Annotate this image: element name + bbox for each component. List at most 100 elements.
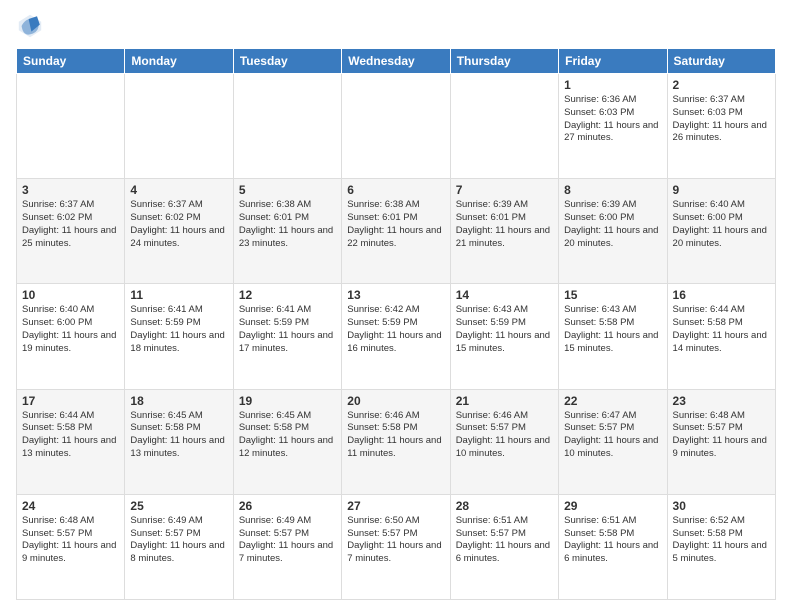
day-info: Sunrise: 6:45 AM Sunset: 5:58 PM Dayligh… [130, 410, 227, 461]
day-number: 30 [673, 499, 770, 513]
page: SundayMondayTuesdayWednesdayThursdayFrid… [0, 0, 792, 612]
day-number: 15 [564, 288, 661, 302]
calendar-cell: 13Sunrise: 6:42 AM Sunset: 5:59 PM Dayli… [342, 284, 450, 389]
day-info: Sunrise: 6:52 AM Sunset: 5:58 PM Dayligh… [673, 515, 770, 566]
weekday-header-row: SundayMondayTuesdayWednesdayThursdayFrid… [17, 49, 776, 74]
day-info: Sunrise: 6:41 AM Sunset: 5:59 PM Dayligh… [239, 304, 336, 355]
day-info: Sunrise: 6:44 AM Sunset: 5:58 PM Dayligh… [673, 304, 770, 355]
day-info: Sunrise: 6:41 AM Sunset: 5:59 PM Dayligh… [130, 304, 227, 355]
day-info: Sunrise: 6:42 AM Sunset: 5:59 PM Dayligh… [347, 304, 444, 355]
day-number: 14 [456, 288, 553, 302]
day-info: Sunrise: 6:39 AM Sunset: 6:00 PM Dayligh… [564, 199, 661, 250]
day-info: Sunrise: 6:37 AM Sunset: 6:03 PM Dayligh… [673, 94, 770, 145]
weekday-header-tuesday: Tuesday [233, 49, 341, 74]
calendar-week-2: 3 Sunrise: 6:37 AM Sunset: 6:02 PM Daylig… [17, 179, 776, 284]
weekday-header-thursday: Thursday [450, 49, 558, 74]
day-info: Sunrise: 6:38 AM Sunset: 6:01 PM Dayligh… [239, 199, 336, 250]
day-info: Sunrise: 6:43 AM Sunset: 5:59 PM Dayligh… [456, 304, 553, 355]
day-info: Sunrise: 6:40 AM Sunset: 6:00 PM Dayligh… [22, 304, 119, 355]
calendar-cell [450, 74, 558, 179]
day-number: 20 [347, 394, 444, 408]
calendar-cell: 15 Sunrise: 6:43 AM Sunset: 5:58 PM Dayli… [559, 284, 667, 389]
calendar-cell [17, 74, 125, 179]
day-info: Sunrise: 6:40 AM Sunset: 6:00 PM Dayligh… [673, 199, 770, 250]
weekday-header-saturday: Saturday [667, 49, 775, 74]
calendar-cell: 26Sunrise: 6:49 AM Sunset: 5:57 PM Dayli… [233, 494, 341, 599]
day-info: Sunrise: 6:45 AM Sunset: 5:58 PM Dayligh… [239, 410, 336, 461]
day-number: 21 [456, 394, 553, 408]
day-info: Sunrise: 6:48 AM Sunset: 5:57 PM Dayligh… [22, 515, 119, 566]
header [16, 12, 776, 40]
calendar-cell: 25Sunrise: 6:49 AM Sunset: 5:57 PM Dayli… [125, 494, 233, 599]
calendar-cell [125, 74, 233, 179]
calendar-cell: 9 Sunrise: 6:40 AM Sunset: 6:00 PM Daylig… [667, 179, 775, 284]
calendar-cell: 4 Sunrise: 6:37 AM Sunset: 6:02 PM Daylig… [125, 179, 233, 284]
calendar-week-3: 10 Sunrise: 6:40 AM Sunset: 6:00 PM Dayli… [17, 284, 776, 389]
day-number: 28 [456, 499, 553, 513]
calendar-cell [342, 74, 450, 179]
day-info: Sunrise: 6:43 AM Sunset: 5:58 PM Dayligh… [564, 304, 661, 355]
day-number: 11 [130, 288, 227, 302]
day-number: 9 [673, 183, 770, 197]
calendar-cell: 1 Sunrise: 6:36 AM Sunset: 6:03 PM Daylig… [559, 74, 667, 179]
day-number: 17 [22, 394, 119, 408]
calendar-cell: 16 Sunrise: 6:44 AM Sunset: 5:58 PM Dayli… [667, 284, 775, 389]
calendar-header: SundayMondayTuesdayWednesdayThursdayFrid… [17, 49, 776, 74]
day-number: 5 [239, 183, 336, 197]
day-info: Sunrise: 6:49 AM Sunset: 5:57 PM Dayligh… [130, 515, 227, 566]
day-number: 2 [673, 78, 770, 92]
weekday-header-friday: Friday [559, 49, 667, 74]
calendar-cell: 17 Sunrise: 6:44 AM Sunset: 5:58 PM Dayli… [17, 389, 125, 494]
day-info: Sunrise: 6:46 AM Sunset: 5:57 PM Dayligh… [456, 410, 553, 461]
day-number: 27 [347, 499, 444, 513]
calendar-cell: 6 Sunrise: 6:38 AM Sunset: 6:01 PM Daylig… [342, 179, 450, 284]
calendar-week-5: 24Sunrise: 6:48 AM Sunset: 5:57 PM Dayli… [17, 494, 776, 599]
calendar-cell: 7Sunrise: 6:39 AM Sunset: 6:01 PM Daylig… [450, 179, 558, 284]
calendar-cell: 29 Sunrise: 6:51 AM Sunset: 5:58 PM Dayli… [559, 494, 667, 599]
calendar-week-4: 17 Sunrise: 6:44 AM Sunset: 5:58 PM Dayli… [17, 389, 776, 494]
day-info: Sunrise: 6:49 AM Sunset: 5:57 PM Dayligh… [239, 515, 336, 566]
calendar-cell: 8Sunrise: 6:39 AM Sunset: 6:00 PM Daylig… [559, 179, 667, 284]
day-info: Sunrise: 6:38 AM Sunset: 6:01 PM Dayligh… [347, 199, 444, 250]
day-info: Sunrise: 6:47 AM Sunset: 5:57 PM Dayligh… [564, 410, 661, 461]
day-number: 3 [22, 183, 119, 197]
calendar-cell: 3 Sunrise: 6:37 AM Sunset: 6:02 PM Daylig… [17, 179, 125, 284]
calendar-body: 1 Sunrise: 6:36 AM Sunset: 6:03 PM Daylig… [17, 74, 776, 600]
calendar-cell: 2 Sunrise: 6:37 AM Sunset: 6:03 PM Daylig… [667, 74, 775, 179]
calendar-cell: 14 Sunrise: 6:43 AM Sunset: 5:59 PM Dayli… [450, 284, 558, 389]
calendar-cell: 12Sunrise: 6:41 AM Sunset: 5:59 PM Dayli… [233, 284, 341, 389]
day-number: 22 [564, 394, 661, 408]
day-number: 29 [564, 499, 661, 513]
logo-icon [16, 12, 44, 40]
calendar-cell [233, 74, 341, 179]
calendar-week-1: 1 Sunrise: 6:36 AM Sunset: 6:03 PM Daylig… [17, 74, 776, 179]
day-info: Sunrise: 6:44 AM Sunset: 5:58 PM Dayligh… [22, 410, 119, 461]
day-number: 19 [239, 394, 336, 408]
calendar-cell: 19 Sunrise: 6:45 AM Sunset: 5:58 PM Dayli… [233, 389, 341, 494]
day-info: Sunrise: 6:36 AM Sunset: 6:03 PM Dayligh… [564, 94, 661, 145]
day-number: 7 [456, 183, 553, 197]
day-info: Sunrise: 6:51 AM Sunset: 5:57 PM Dayligh… [456, 515, 553, 566]
calendar-cell: 11 Sunrise: 6:41 AM Sunset: 5:59 PM Dayli… [125, 284, 233, 389]
weekday-header-monday: Monday [125, 49, 233, 74]
calendar-cell: 5 Sunrise: 6:38 AM Sunset: 6:01 PM Daylig… [233, 179, 341, 284]
day-number: 18 [130, 394, 227, 408]
weekday-header-sunday: Sunday [17, 49, 125, 74]
day-info: Sunrise: 6:48 AM Sunset: 5:57 PM Dayligh… [673, 410, 770, 461]
logo [16, 12, 48, 40]
day-number: 4 [130, 183, 227, 197]
day-number: 16 [673, 288, 770, 302]
calendar-cell: 18 Sunrise: 6:45 AM Sunset: 5:58 PM Dayli… [125, 389, 233, 494]
calendar-cell: 22 Sunrise: 6:47 AM Sunset: 5:57 PM Dayli… [559, 389, 667, 494]
calendar-cell: 20Sunrise: 6:46 AM Sunset: 5:58 PM Dayli… [342, 389, 450, 494]
day-info: Sunrise: 6:51 AM Sunset: 5:58 PM Dayligh… [564, 515, 661, 566]
calendar-cell: 23 Sunrise: 6:48 AM Sunset: 5:57 PM Dayli… [667, 389, 775, 494]
day-number: 23 [673, 394, 770, 408]
day-info: Sunrise: 6:37 AM Sunset: 6:02 PM Dayligh… [130, 199, 227, 250]
day-number: 1 [564, 78, 661, 92]
calendar-cell: 28 Sunrise: 6:51 AM Sunset: 5:57 PM Dayli… [450, 494, 558, 599]
day-number: 6 [347, 183, 444, 197]
day-number: 10 [22, 288, 119, 302]
calendar-cell: 10 Sunrise: 6:40 AM Sunset: 6:00 PM Dayli… [17, 284, 125, 389]
day-info: Sunrise: 6:37 AM Sunset: 6:02 PM Dayligh… [22, 199, 119, 250]
